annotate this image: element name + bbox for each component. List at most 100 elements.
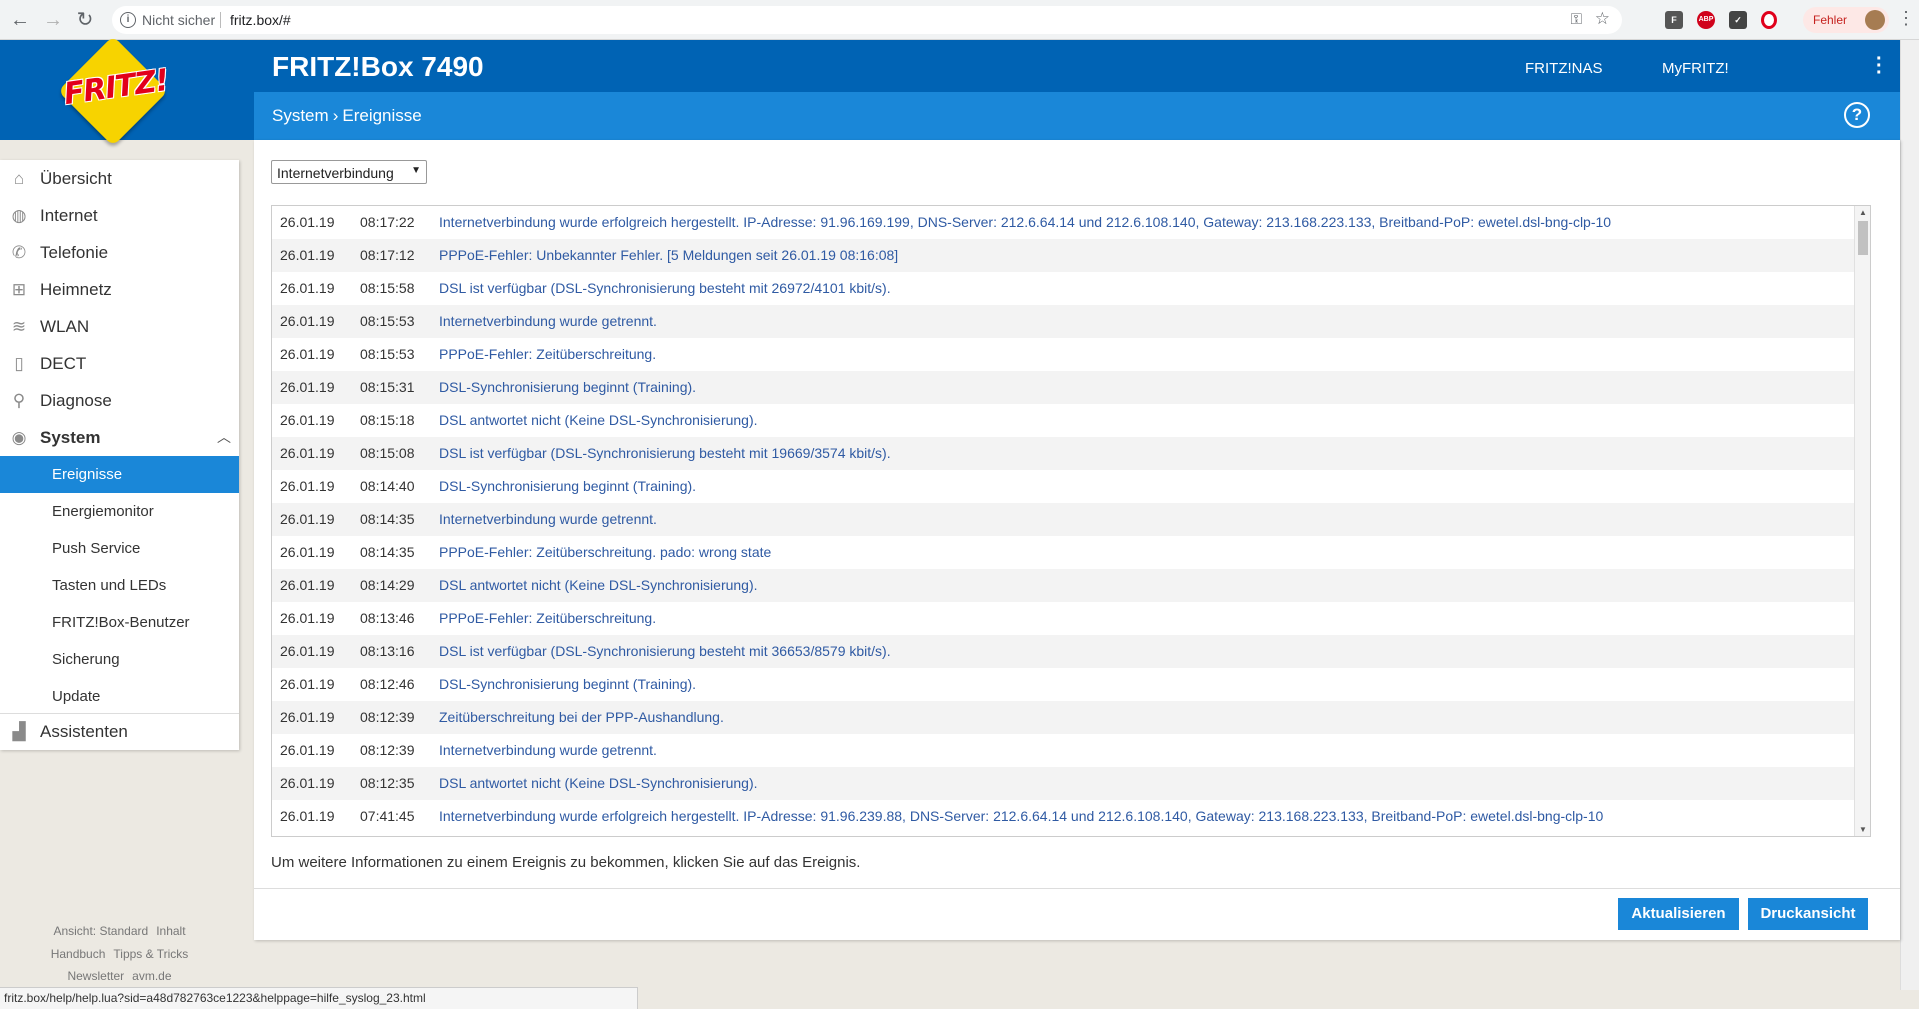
log-message[interactable]: Zeitüberschreitung bei der PPP-Aushandlu… [439,709,724,725]
chevron-up-icon[interactable]: ︿ [217,427,231,447]
log-row[interactable]: 26.01.19 08:15:53 PPPoE-Fehler: Zeitübersc… [272,338,1854,371]
log-row[interactable]: 26.01.19 08:12:39 Internetverbindung wurde… [272,734,1854,767]
log-message[interactable]: Internetverbindung wurde erfolgreich her… [439,214,1611,230]
log-row[interactable]: 26.01.19 08:15:53 Internetverbindung wurde… [272,305,1854,338]
footer-link-ansicht[interactable]: Ansicht: Standard [53,924,148,938]
extension-check-icon[interactable]: ✓ [1729,11,1747,29]
log-message[interactable]: Internetverbindung wurde erfolgreich her… [439,808,1603,824]
scroll-thumb[interactable] [1858,221,1868,255]
page-scrollbar[interactable] [1900,40,1919,990]
key-icon[interactable]: ⚿ [1571,11,1582,28]
log-row[interactable]: 26.01.19 08:14:35 Internetverbindung wurde… [272,503,1854,536]
phone-icon: ✆ [11,243,27,262]
footer-link-tipps[interactable]: Tipps & Tricks [113,947,188,961]
sidebar-subitem-push-service[interactable]: Push Service [0,530,239,567]
sidebar-subitem-update[interactable]: Update [0,678,239,715]
log-row[interactable]: 26.01.19 08:15:08 DSL ist verfügbar (DSL-S… [272,437,1854,470]
log-message[interactable]: DSL antwortet nicht (Keine DSL-Synchroni… [439,775,758,791]
sidebar-item-telefonie[interactable]: ✆ Telefonie [0,234,239,271]
info-icon[interactable]: i [120,12,136,28]
log-message[interactable]: PPPoE-Fehler: Zeitüberschreitung. [439,610,656,626]
reload-icon[interactable]: ↻ [74,9,96,31]
log-row[interactable]: 26.01.19 08:14:40 DSL-Synchronisierung beg… [272,470,1854,503]
link-myfritz[interactable]: MyFRITZ! [1662,60,1729,77]
print-view-button[interactable]: Druckansicht [1748,898,1868,930]
log-row[interactable]: 26.01.19 08:12:35 DSL antwortet nicht (Kei… [272,767,1854,800]
footer-link-handbuch[interactable]: Handbuch [51,947,106,961]
sidebar-item-diagnose[interactable]: ⚲ Diagnose [0,382,239,419]
log-row[interactable]: 26.01.19 07:41:45 Internetverbindung wurde… [272,800,1854,833]
logo-area[interactable]: FRITZ! [0,35,254,147]
log-scrollbar[interactable]: ▲ ▼ [1854,206,1870,836]
log-row[interactable]: 26.01.19 08:12:46 DSL-Synchronisierung beg… [272,668,1854,701]
log-row[interactable]: 26.01.19 08:14:29 DSL antwortet nicht (Kei… [272,569,1854,602]
log-message[interactable]: DSL ist verfügbar (DSL-Synchronisierung … [439,280,891,296]
sidebar-subitem-benutzer[interactable]: FRITZ!Box-Benutzer [0,604,239,641]
sidebar-subitem-energiemonitor[interactable]: Energiemonitor [0,493,239,530]
log-message[interactable]: DSL-Synchronisierung beginnt (Training). [439,676,696,692]
sidebar-item-assistenten[interactable]: ▟ Assistenten [0,713,239,750]
log-row[interactable]: 26.01.19 08:17:22 Internetverbindung wurde… [272,206,1854,239]
log-message[interactable]: DSL ist verfügbar (DSL-Synchronisierung … [439,445,891,461]
log-message[interactable]: PPPoE-Fehler: Unbekannter Fehler. [5 Mel… [439,247,898,263]
footer-link-inhalt[interactable]: Inhalt [156,924,185,938]
more-menu-icon[interactable]: · · · [1876,49,1883,83]
help-icon[interactable]: ? [1844,102,1870,128]
event-filter-select[interactable]: Internetverbindung ▼ [271,160,427,184]
sidebar-subitem-label: Update [52,688,101,705]
link-fritznas[interactable]: FRITZ!NAS [1525,60,1603,77]
log-row[interactable]: 26.01.19 08:15:18 DSL antwortet nicht (Kei… [272,404,1854,437]
scroll-up-icon[interactable]: ▲ [1859,208,1867,217]
sidebar-item-system[interactable]: ◉ System ︿ [0,419,239,456]
log-message[interactable]: Internetverbindung wurde getrennt. [439,313,657,329]
security-label: Nicht sicher [142,12,216,28]
browser-menu-icon[interactable]: ⋮ [1897,8,1915,29]
log-date: 26.01.19 [280,775,335,791]
address-bar[interactable]: i Nicht sicher fritz.box/# ⚿ ☆ [112,6,1622,34]
url-text[interactable]: fritz.box/# [230,12,291,28]
log-message[interactable]: Internetverbindung wurde getrennt. [439,742,657,758]
sidebar-item-internet[interactable]: ◍ Internet [0,197,239,234]
sidebar-item-wlan[interactable]: ≋ WLAN [0,308,239,345]
log-row[interactable]: 26.01.19 08:17:12 PPPoE-Fehler: Unbekannte… [272,239,1854,272]
log-message[interactable]: DSL-Synchronisierung beginnt (Training). [439,478,696,494]
scroll-down-icon[interactable]: ▼ [1859,825,1867,834]
refresh-button[interactable]: Aktualisieren [1618,898,1739,930]
back-arrow-icon[interactable]: ← [9,9,31,31]
sidebar-item-label: Übersicht [40,169,112,188]
log-time: 08:15:18 [360,412,415,428]
log-message[interactable]: PPPoE-Fehler: Zeitüberschreitung. pado: … [439,544,771,560]
opera-icon[interactable] [1761,11,1777,29]
sidebar-subitem-ereignisse[interactable]: Ereignisse [0,456,239,493]
footer-link-avm[interactable]: avm.de [132,969,171,983]
log-row[interactable]: 26.01.19 08:13:46 PPPoE-Fehler: Zeitübersc… [272,602,1854,635]
log-message[interactable]: PPPoE-Fehler: Zeitüberschreitung. [439,346,656,362]
forward-arrow-icon[interactable]: → [42,9,64,31]
sidebar-item-dect[interactable]: ▯ DECT [0,345,239,382]
sidebar-item-uebersicht[interactable]: ⌂ Übersicht [0,160,239,197]
breadcrumb-system[interactable]: System [272,106,329,125]
log-date: 26.01.19 [280,346,335,362]
log-message[interactable]: DSL ist verfügbar (DSL-Synchronisierung … [439,643,891,659]
profile-button[interactable]: Fehler [1803,7,1889,33]
log-message[interactable]: DSL-Synchronisierung beginnt (Training). [439,379,696,395]
log-row[interactable]: 26.01.19 08:15:31 DSL-Synchronisierung beg… [272,371,1854,404]
log-row[interactable]: 26.01.19 08:12:39 Zeitüberschreitung bei d… [272,701,1854,734]
sidebar-subitem-tasten-leds[interactable]: Tasten und LEDs [0,567,239,604]
extension-f-icon[interactable]: F [1665,11,1683,29]
footer-link-newsletter[interactable]: Newsletter [67,969,124,983]
log-time: 08:17:22 [360,214,415,230]
log-message[interactable]: DSL antwortet nicht (Keine DSL-Synchroni… [439,412,758,428]
adblock-icon[interactable]: ABP [1697,11,1715,29]
sidebar-subitem-sicherung[interactable]: Sicherung [0,641,239,678]
bookmark-star-icon[interactable]: ☆ [1595,9,1610,29]
log-date: 26.01.19 [280,214,335,230]
log-message[interactable]: Internetverbindung wurde getrennt. [439,511,657,527]
filter-value: Internetverbindung [277,165,394,181]
log-row[interactable]: 26.01.19 08:15:58 DSL ist verfügbar (DSL-S… [272,272,1854,305]
browser-toolbar: ← → ↻ i Nicht sicher fritz.box/# ⚿ ☆ F A… [0,0,1919,40]
log-row[interactable]: 26.01.19 08:14:35 PPPoE-Fehler: Zeitübersc… [272,536,1854,569]
log-message[interactable]: DSL antwortet nicht (Keine DSL-Synchroni… [439,577,758,593]
sidebar-item-heimnetz[interactable]: ⊞ Heimnetz [0,271,239,308]
log-row[interactable]: 26.01.19 08:13:16 DSL ist verfügbar (DSL-S… [272,635,1854,668]
